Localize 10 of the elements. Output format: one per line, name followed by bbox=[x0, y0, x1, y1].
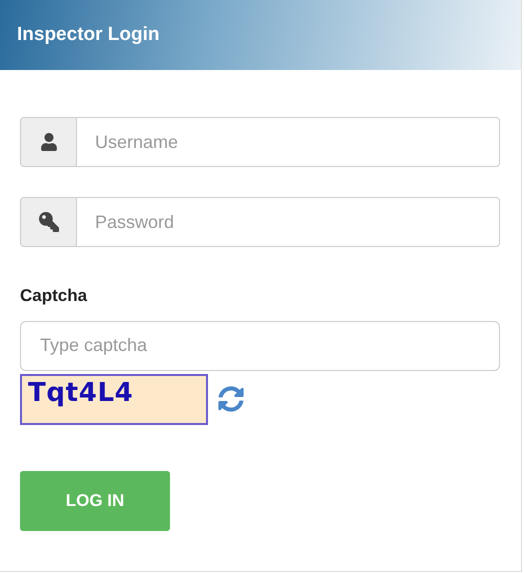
captcha-image: Tqt4L4 bbox=[20, 374, 208, 424]
user-icon bbox=[40, 133, 58, 151]
input-field[interactable]: Username bbox=[77, 117, 500, 167]
captcha-field[interactable]: Type captcha bbox=[20, 320, 500, 370]
window-title: Inspector Login bbox=[17, 22, 160, 47]
key-icon bbox=[38, 212, 58, 232]
captcha-label: Captcha bbox=[20, 285, 88, 307]
input-field[interactable]: Password bbox=[77, 197, 500, 247]
login-button[interactable]: LOG IN bbox=[20, 470, 170, 530]
refresh-icon[interactable] bbox=[218, 386, 244, 412]
